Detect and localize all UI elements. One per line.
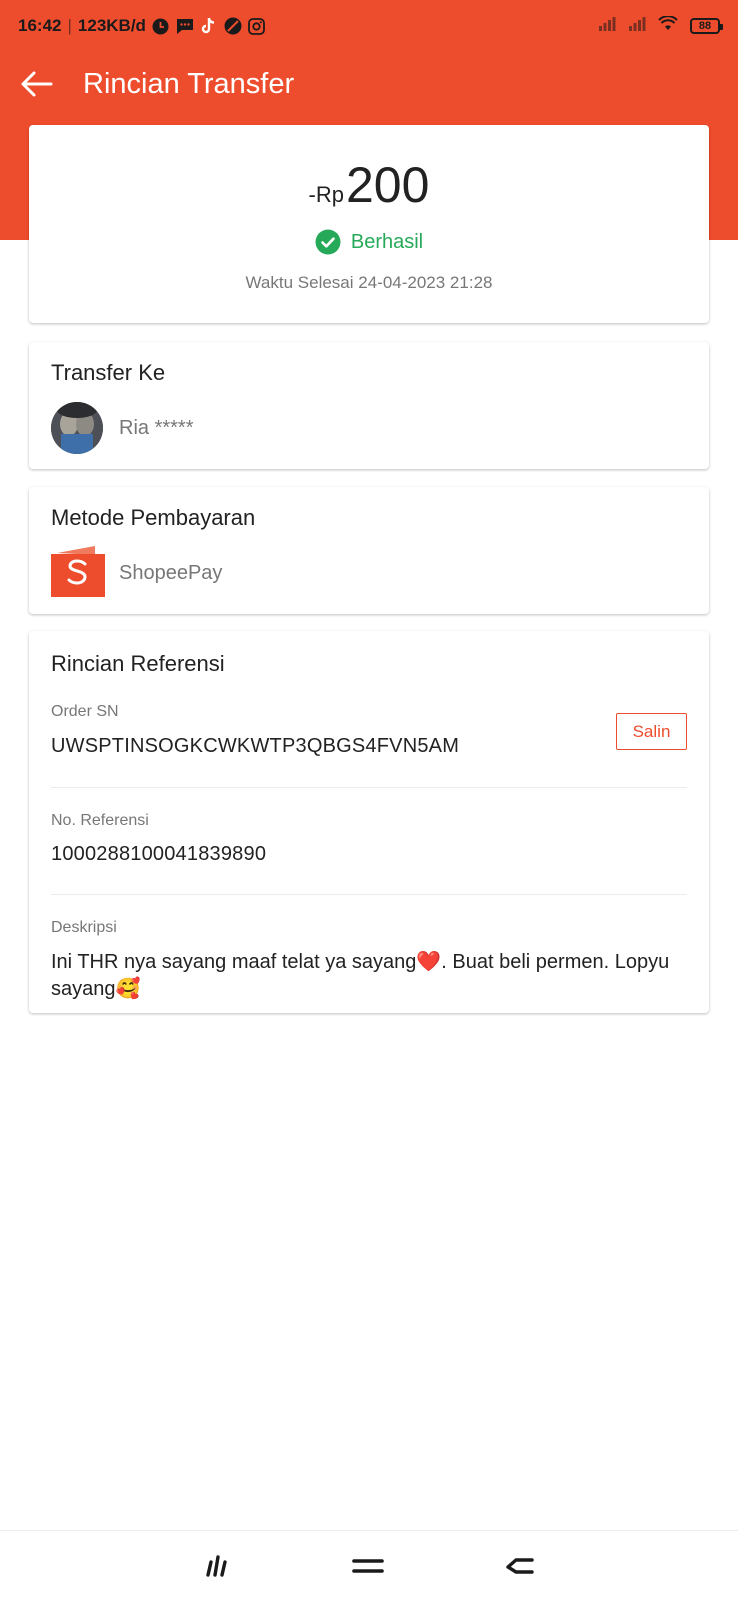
transfer-to-card[interactable]: Transfer Ke Ria ***** xyxy=(29,342,709,469)
description-label: Deskripsi xyxy=(51,919,117,936)
status-right: 88 xyxy=(598,15,723,37)
app-bar: Rincian Transfer xyxy=(0,52,738,116)
order-sn-value: UWSPTINSOGKCWKWTP3QBGS4FVN5AM xyxy=(51,735,460,757)
status-left: 16:42 | 123KB/d xyxy=(18,16,266,36)
divider xyxy=(51,787,687,788)
status-label: Berhasil xyxy=(350,230,424,253)
signal-icon-2 xyxy=(628,16,646,37)
tiktok-icon xyxy=(200,17,218,35)
recent-apps-icon xyxy=(206,1555,227,1577)
payment-method-name: ShopeePay xyxy=(119,562,223,584)
system-navigation-bar xyxy=(0,1530,738,1600)
system-back-icon xyxy=(506,1558,534,1574)
transfer-to-title: Transfer Ke xyxy=(51,360,166,385)
home-icon xyxy=(352,1559,384,1573)
description-value: Ini THR nya sayang maaf telat ya sayang❤… xyxy=(51,951,670,1000)
message-icon xyxy=(176,17,194,35)
order-sn-label: Order SN xyxy=(51,703,119,720)
payment-method-card: Metode Pembayaran ShopeePay xyxy=(29,487,709,614)
shopeepay-logo-icon xyxy=(51,546,105,597)
reference-details-title: Rincian Referensi xyxy=(51,651,225,676)
divider xyxy=(51,894,687,895)
clock-app-icon xyxy=(152,17,170,35)
system-back-button[interactable] xyxy=(500,1551,540,1581)
wifi-icon xyxy=(658,15,678,36)
back-arrow-icon xyxy=(21,71,53,97)
transaction-status: Berhasil xyxy=(29,229,709,255)
status-time: 16:42 xyxy=(18,16,62,35)
back-button[interactable] xyxy=(18,66,54,102)
instagram-icon xyxy=(248,17,266,35)
recent-apps-button[interactable] xyxy=(196,1551,236,1581)
battery-icon: 88 xyxy=(690,18,723,34)
reference-details-card: Rincian Referensi Order SN UWSPTINSOGKCW… xyxy=(29,631,709,1013)
copy-order-sn-button[interactable]: Salin xyxy=(616,713,687,750)
network-speed: 123KB/d xyxy=(77,16,146,35)
amount-currency: -Rp xyxy=(308,182,344,207)
payment-method-title: Metode Pembayaran xyxy=(51,505,256,530)
amount-value: 200 xyxy=(346,157,430,213)
reference-number-label: No. Referensi xyxy=(51,812,149,829)
home-button[interactable] xyxy=(348,1551,388,1581)
transfer-amount: -Rp 200 xyxy=(29,155,709,215)
page-title: Rincian Transfer xyxy=(83,68,295,100)
reference-number-value: 1000288100041839890 xyxy=(51,843,267,865)
recipient-avatar xyxy=(51,402,103,454)
recipient-name: Ria ***** xyxy=(119,417,194,439)
completed-time: Waktu Selesai 24-04-2023 21:28 xyxy=(245,273,493,292)
amount-summary-card: -Rp 200 Berhasil Waktu Selesai 24-04-202… xyxy=(29,125,709,323)
status-bar: 16:42 | 123KB/d 88 xyxy=(0,0,738,52)
status-separator: | xyxy=(67,16,72,35)
blocked-app-icon xyxy=(224,17,242,35)
check-circle-icon xyxy=(315,229,341,255)
signal-icon xyxy=(598,16,616,37)
